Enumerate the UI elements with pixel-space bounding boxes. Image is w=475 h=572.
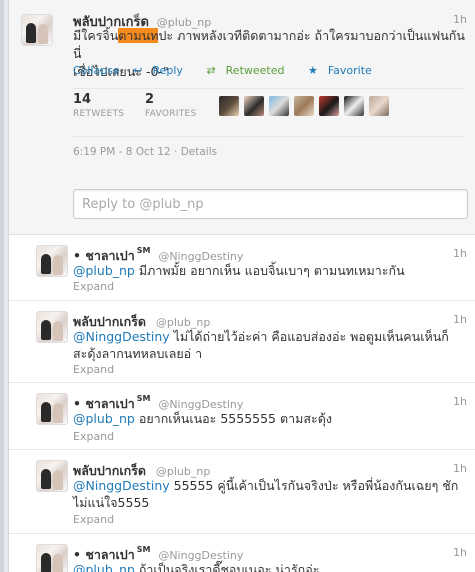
sm-badge: SM xyxy=(136,394,151,403)
mention-link[interactable]: @plub_np xyxy=(73,263,135,278)
reply-tweet[interactable]: • ชาลาเปา SM @NinggDestiny 1h @plub_np มี… xyxy=(9,235,475,301)
sm-badge: SM xyxy=(136,545,151,554)
tweet-timestamp: 6:19 PM - 8 Oct 12 xyxy=(73,146,171,158)
expand-link[interactable]: Expand xyxy=(73,280,114,293)
reply-avatar[interactable] xyxy=(36,245,68,277)
expanded-tweet: พลับปากเกร็ด @plub_np 1h มีใครจิ้นตามนทป… xyxy=(9,0,475,235)
reply-text: @plub_np ถ้าเป็นจริงเราดี๊ชอบเนอะ น่ารัก… xyxy=(73,561,468,572)
reply-time[interactable]: 1h xyxy=(453,247,467,260)
reply-avatar[interactable] xyxy=(36,544,68,572)
reply-time[interactable]: 1h xyxy=(453,462,467,475)
retweeter-avatar[interactable] xyxy=(344,96,364,116)
retweeter-avatar[interactable] xyxy=(219,96,239,116)
reply-body: มีภาพมั้ย อยากเห็น แอบจิ้นเบาๆ ตามนทเหมา… xyxy=(134,263,405,278)
reply-avatar[interactable] xyxy=(36,460,68,492)
reply-time[interactable]: 1h xyxy=(453,546,467,559)
reply-text: @NinggDestiny ไม่ได้ถ่ายไว้อ่ะค่า คือแอบ… xyxy=(73,328,468,362)
reply-avatar[interactable] xyxy=(36,311,68,343)
tweet-text-highlight: ตามนท xyxy=(118,28,159,43)
reply-text: @plub_np มีภาพมั้ย อยากเห็น แอบจิ้นเบาๆ … xyxy=(73,262,468,279)
reply-text: @NinggDestiny 55555 คู่นี้เค้าเป็นไรกันจ… xyxy=(73,477,468,511)
reply-tweet[interactable]: • ชาลาเปา SM @NinggDestiny 1h @plub_np อย… xyxy=(9,383,475,450)
retweet-icon: ⇄ xyxy=(206,64,216,77)
retweeter-avatar[interactable] xyxy=(269,96,289,116)
reply-author-name[interactable]: พลับปากเกร็ด xyxy=(73,314,146,329)
retweeter-avatar[interactable] xyxy=(294,96,314,116)
reply-input[interactable]: Reply to @plub_np xyxy=(73,189,468,219)
reply-tweet[interactable]: พลับปากเกร็ด @plub_np 1h @NinggDestiny 5… xyxy=(9,450,475,534)
author-avatar[interactable] xyxy=(21,14,53,46)
expand-link[interactable]: Expand xyxy=(73,430,114,443)
reply-tweet[interactable]: • ชาลาเปา SM @NinggDestiny 1h @plub_np ถ้… xyxy=(9,534,475,572)
retweets-label: RETWEETS xyxy=(73,109,125,119)
reply-action[interactable]: ↩ Reply xyxy=(133,64,193,77)
retweets-stat[interactable]: 14 RETWEETS xyxy=(73,92,124,119)
mention-link[interactable]: @NinggDestiny xyxy=(73,478,170,493)
tweet-panel: พลับปากเกร็ด @plub_np 1h มีใครจิ้นตามนทป… xyxy=(8,0,475,572)
retweeter-avatar[interactable] xyxy=(244,96,264,116)
reply-author-name[interactable]: • ชาลาเปา xyxy=(73,248,135,263)
retweets-count: 14 xyxy=(73,92,92,107)
reply-text: @plub_np อยากเห็นเนอะ 5555555 ตามสะดุ้ง xyxy=(73,410,468,427)
favorites-stat[interactable]: 2 FAVORITES xyxy=(145,92,197,119)
tweet-time[interactable]: 1h xyxy=(453,13,467,26)
retweeter-avatar[interactable] xyxy=(319,96,339,116)
reply-author-name[interactable]: • ชาลาเปา xyxy=(73,396,135,411)
retweeted-action[interactable]: ⇄ Retweeted xyxy=(206,64,294,77)
reply-label: Reply xyxy=(152,64,183,77)
reply-author-name[interactable]: พลับปากเกร็ด xyxy=(73,463,146,478)
expand-link[interactable]: Expand xyxy=(73,363,114,376)
sm-badge: SM xyxy=(136,246,151,255)
mention-link[interactable]: @NinggDestiny xyxy=(73,329,170,344)
retweeted-label: Retweeted xyxy=(225,64,285,77)
reply-author-name[interactable]: • ชาลาเปา xyxy=(73,547,135,562)
mention-link[interactable]: @plub_np xyxy=(73,562,135,572)
mention-link[interactable]: @plub_np xyxy=(73,411,135,426)
reply-time[interactable]: 1h xyxy=(453,395,467,408)
expand-link[interactable]: Expand xyxy=(73,513,114,526)
collapse-link[interactable]: Collapse xyxy=(73,64,120,77)
tweet-text-part1: มีใครจิ้น xyxy=(73,28,119,43)
retweeter-avatar[interactable] xyxy=(369,96,389,116)
reply-avatar[interactable] xyxy=(36,393,68,425)
favorite-action[interactable]: ★ Favorite xyxy=(308,64,382,77)
tweet-meta: 6:19 PM - 8 Oct 12 · Details xyxy=(73,146,218,158)
divider xyxy=(73,136,463,137)
favorites-count: 2 xyxy=(145,92,155,107)
star-icon: ★ xyxy=(307,64,318,77)
favorites-label: FAVORITES xyxy=(145,109,197,119)
tweet-actions: Collapse ↩ Reply ⇄ Retweeted ★ Favorite xyxy=(73,64,392,77)
reply-tweet[interactable]: พลับปากเกร็ด @plub_np 1h @NinggDestiny ไ… xyxy=(9,301,475,383)
reply-time[interactable]: 1h xyxy=(453,313,467,326)
reply-arrow-icon: ↩ xyxy=(133,64,143,77)
reply-body: ถ้าเป็นจริงเราดี๊ชอบเนอะ น่ารักอ่ะ xyxy=(134,562,320,572)
divider xyxy=(73,88,463,89)
reply-body: อยากเห็นเนอะ 5555555 ตามสะดุ้ง xyxy=(134,411,332,426)
details-link[interactable]: Details xyxy=(181,146,217,158)
favorite-label: Favorite xyxy=(327,64,372,77)
